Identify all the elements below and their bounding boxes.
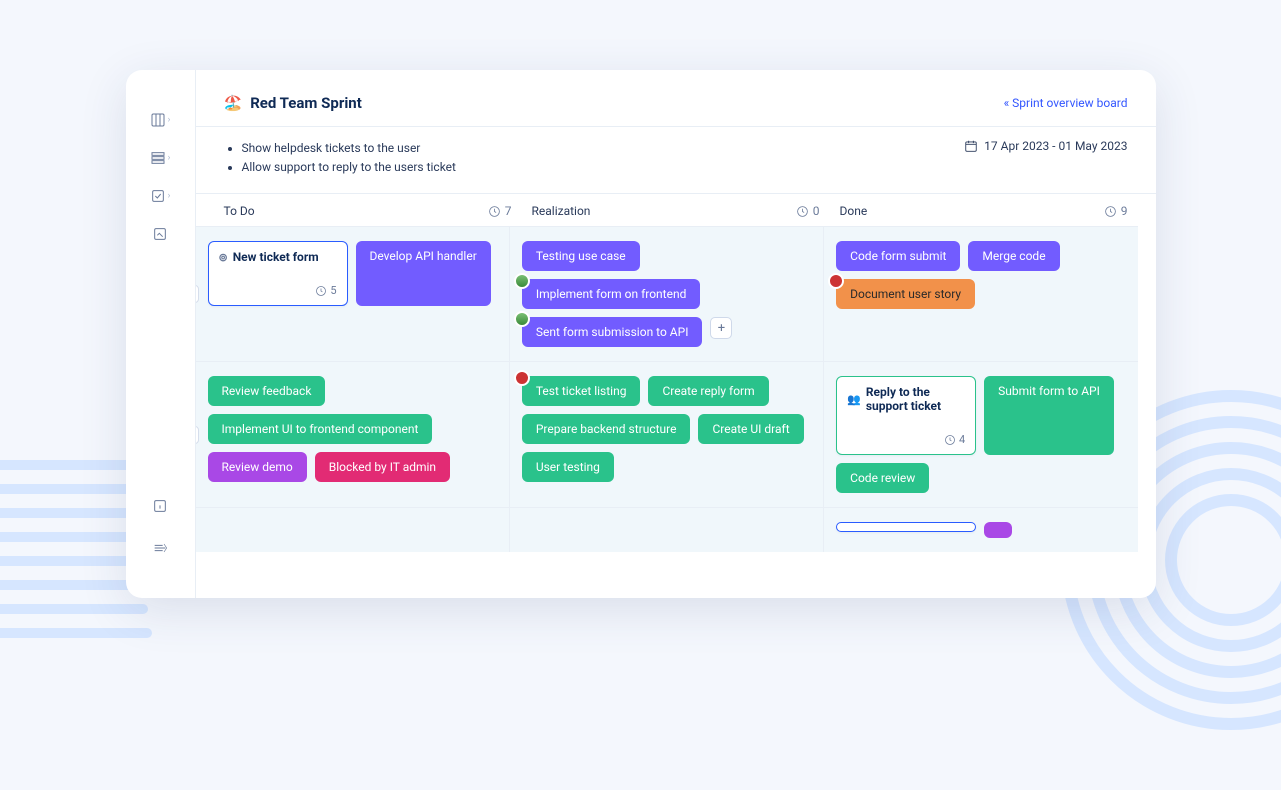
card-icon: 👥	[847, 393, 861, 406]
board-cell[interactable]: 👥 Reply to the support ticket 4 Submit form…	[824, 362, 1137, 507]
app-window: › › › 🏖️ Red Team Sprint	[126, 70, 1156, 598]
task-chip[interactable]: Sent form submission to API	[522, 317, 703, 347]
assignee-avatar	[828, 273, 844, 289]
page-title: 🏖️ Red Team Sprint	[224, 94, 362, 112]
task-chip[interactable]: Create UI draft	[698, 414, 803, 444]
column-header: Done 9	[830, 204, 1138, 218]
card-meta: 4	[847, 433, 965, 446]
sub-header: Show helpdesk tickets to the userAllow s…	[196, 127, 1156, 194]
task-chip[interactable]: Implement UI to frontend component	[208, 414, 433, 444]
column-header: Realization 0	[522, 204, 830, 218]
story-card[interactable]: 👥 Reply to the support ticket 4	[836, 376, 976, 455]
board-cell[interactable]	[824, 508, 1137, 552]
nav-board-icon[interactable]: ›	[144, 108, 176, 132]
date-range: 17 Apr 2023 - 01 May 2023	[964, 139, 1127, 153]
column-headers: To Do 7 Realization 0 Done 9	[196, 194, 1156, 226]
task-chip[interactable]: Develop API handler	[356, 241, 491, 306]
task-chip[interactable]: Submit form to API	[984, 376, 1114, 455]
nav-collapse-icon[interactable]	[144, 536, 176, 560]
column-name: Realization	[532, 204, 591, 218]
nav-tasks-icon[interactable]: ›	[144, 184, 176, 208]
column-name: Done	[840, 204, 868, 218]
column-header: To Do 7	[214, 204, 522, 218]
side-rail: › › ›	[126, 70, 196, 598]
task-chip[interactable]: Prepare backend structure	[522, 414, 691, 444]
board-cell[interactable]: Review feedback Implement UI to frontend …	[196, 362, 510, 507]
swimlane: ⇕ Review feedback Implement UI to frontend…	[196, 361, 1138, 507]
lane-collapse-handle[interactable]: ⇕	[196, 426, 199, 444]
board: ⇕ ⊚ New ticket form 5 Develop API handler Tes…	[196, 226, 1156, 598]
add-task-button[interactable]: +	[710, 317, 732, 339]
main: 🏖️ Red Team Sprint « Sprint overview boa…	[196, 70, 1156, 598]
assignee-avatar	[514, 370, 530, 386]
board-cell[interactable]	[510, 508, 824, 552]
task-chip[interactable]: Review feedback	[208, 376, 326, 406]
assignee-avatar	[514, 311, 530, 327]
nav-image-icon[interactable]	[144, 222, 176, 246]
title-emoji: 🏖️	[224, 94, 243, 112]
nav-list-icon[interactable]: ›	[144, 146, 176, 170]
board-cell[interactable]: Test ticket listingCreate reply form Prep…	[510, 362, 824, 507]
sprint-overview-link[interactable]: « Sprint overview board	[1004, 96, 1128, 110]
sprint-goals: Show helpdesk tickets to the userAllow s…	[224, 139, 456, 177]
task-chip[interactable]: Implement form on frontend	[522, 279, 701, 309]
task-chip[interactable]: Code form submit	[836, 241, 960, 271]
nav-info-icon[interactable]	[144, 494, 176, 518]
sprint-goal-item: Show helpdesk tickets to the user	[242, 139, 456, 158]
card-title: Reply to the support ticket	[866, 385, 965, 413]
task-chip[interactable]: Code review	[836, 463, 929, 493]
task-chip[interactable]: Document user story	[836, 279, 975, 309]
column-count: 9	[1104, 204, 1128, 218]
task-chip[interactable]: User testing	[522, 452, 614, 482]
story-card[interactable]: ⊚ New ticket form 5	[208, 241, 348, 306]
board-cell[interactable]: Testing use case Implement form on fronte…	[510, 227, 824, 361]
task-chip[interactable]: Review demo	[208, 452, 307, 482]
board-cell[interactable]: ⊚ New ticket form 5 Develop API handler	[196, 227, 510, 361]
calendar-icon	[964, 139, 978, 153]
task-chip[interactable]: Blocked by IT admin	[315, 452, 450, 482]
lane-collapse-handle[interactable]: ⇕	[196, 285, 199, 303]
title-text: Red Team Sprint	[250, 94, 362, 112]
task-chip[interactable]: Merge code	[968, 241, 1059, 271]
assignee-avatar	[514, 273, 530, 289]
board-cell[interactable]	[196, 508, 510, 552]
swimlane	[196, 507, 1138, 552]
card-icon: ⊚	[219, 251, 228, 264]
swimlane: ⇕ ⊚ New ticket form 5 Develop API handler Tes…	[196, 226, 1138, 361]
header: 🏖️ Red Team Sprint « Sprint overview boa…	[196, 70, 1156, 127]
board-cell[interactable]: Code form submit Merge code Document user …	[824, 227, 1137, 361]
card-meta: 5	[219, 284, 337, 297]
card-title: New ticket form	[233, 250, 319, 264]
task-chip[interactable]: Test ticket listing	[522, 376, 641, 406]
sprint-goal-item: Allow support to reply to the users tick…	[242, 158, 456, 177]
task-chip[interactable]: Create reply form	[648, 376, 768, 406]
task-chip[interactable]	[984, 522, 1012, 538]
column-count: 7	[488, 204, 512, 218]
column-count: 0	[796, 204, 820, 218]
column-name: To Do	[224, 204, 255, 218]
task-chip[interactable]: Testing use case	[522, 241, 640, 271]
story-card[interactable]	[836, 522, 976, 532]
